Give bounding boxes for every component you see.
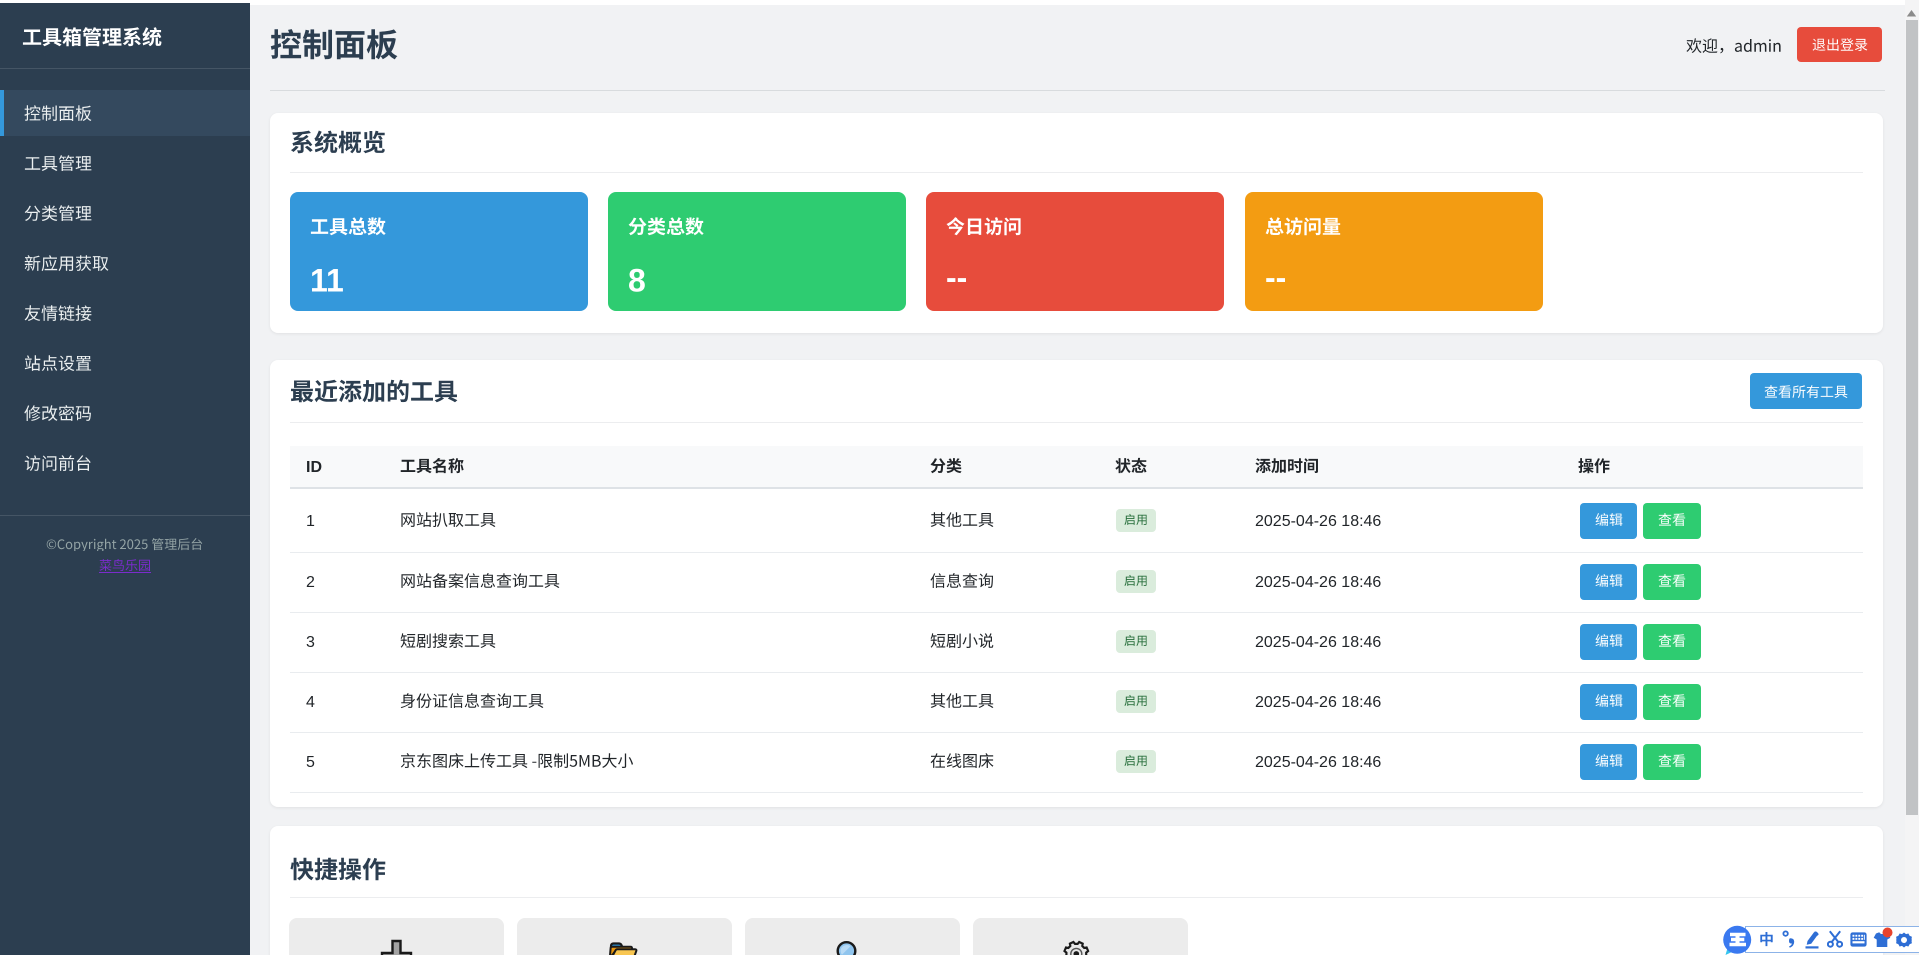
svg-text:5: 5 [306, 754, 315, 771]
svg-text:1: 1 [306, 513, 315, 530]
svg-text:2025-04-26 18:46: 2025-04-26 18:46 [1255, 754, 1381, 771]
svg-text:ID: ID [306, 459, 322, 476]
svg-text:2025-04-26 18:46: 2025-04-26 18:46 [1255, 574, 1381, 591]
svg-text:2025-04-26 18:46: 2025-04-26 18:46 [1255, 634, 1381, 651]
svg-text:2025-04-26 18:46: 2025-04-26 18:46 [1255, 513, 1381, 530]
svg-text:3: 3 [306, 634, 315, 651]
svg-text:4: 4 [306, 694, 315, 711]
svg-text:--: -- [1265, 260, 1286, 296]
svg-text:2: 2 [306, 574, 315, 591]
svg-text:8: 8 [628, 263, 646, 299]
svg-text:--: -- [946, 260, 967, 296]
svg-text:11: 11 [310, 263, 344, 299]
svg-text:2025-04-26 18:46: 2025-04-26 18:46 [1255, 694, 1381, 711]
